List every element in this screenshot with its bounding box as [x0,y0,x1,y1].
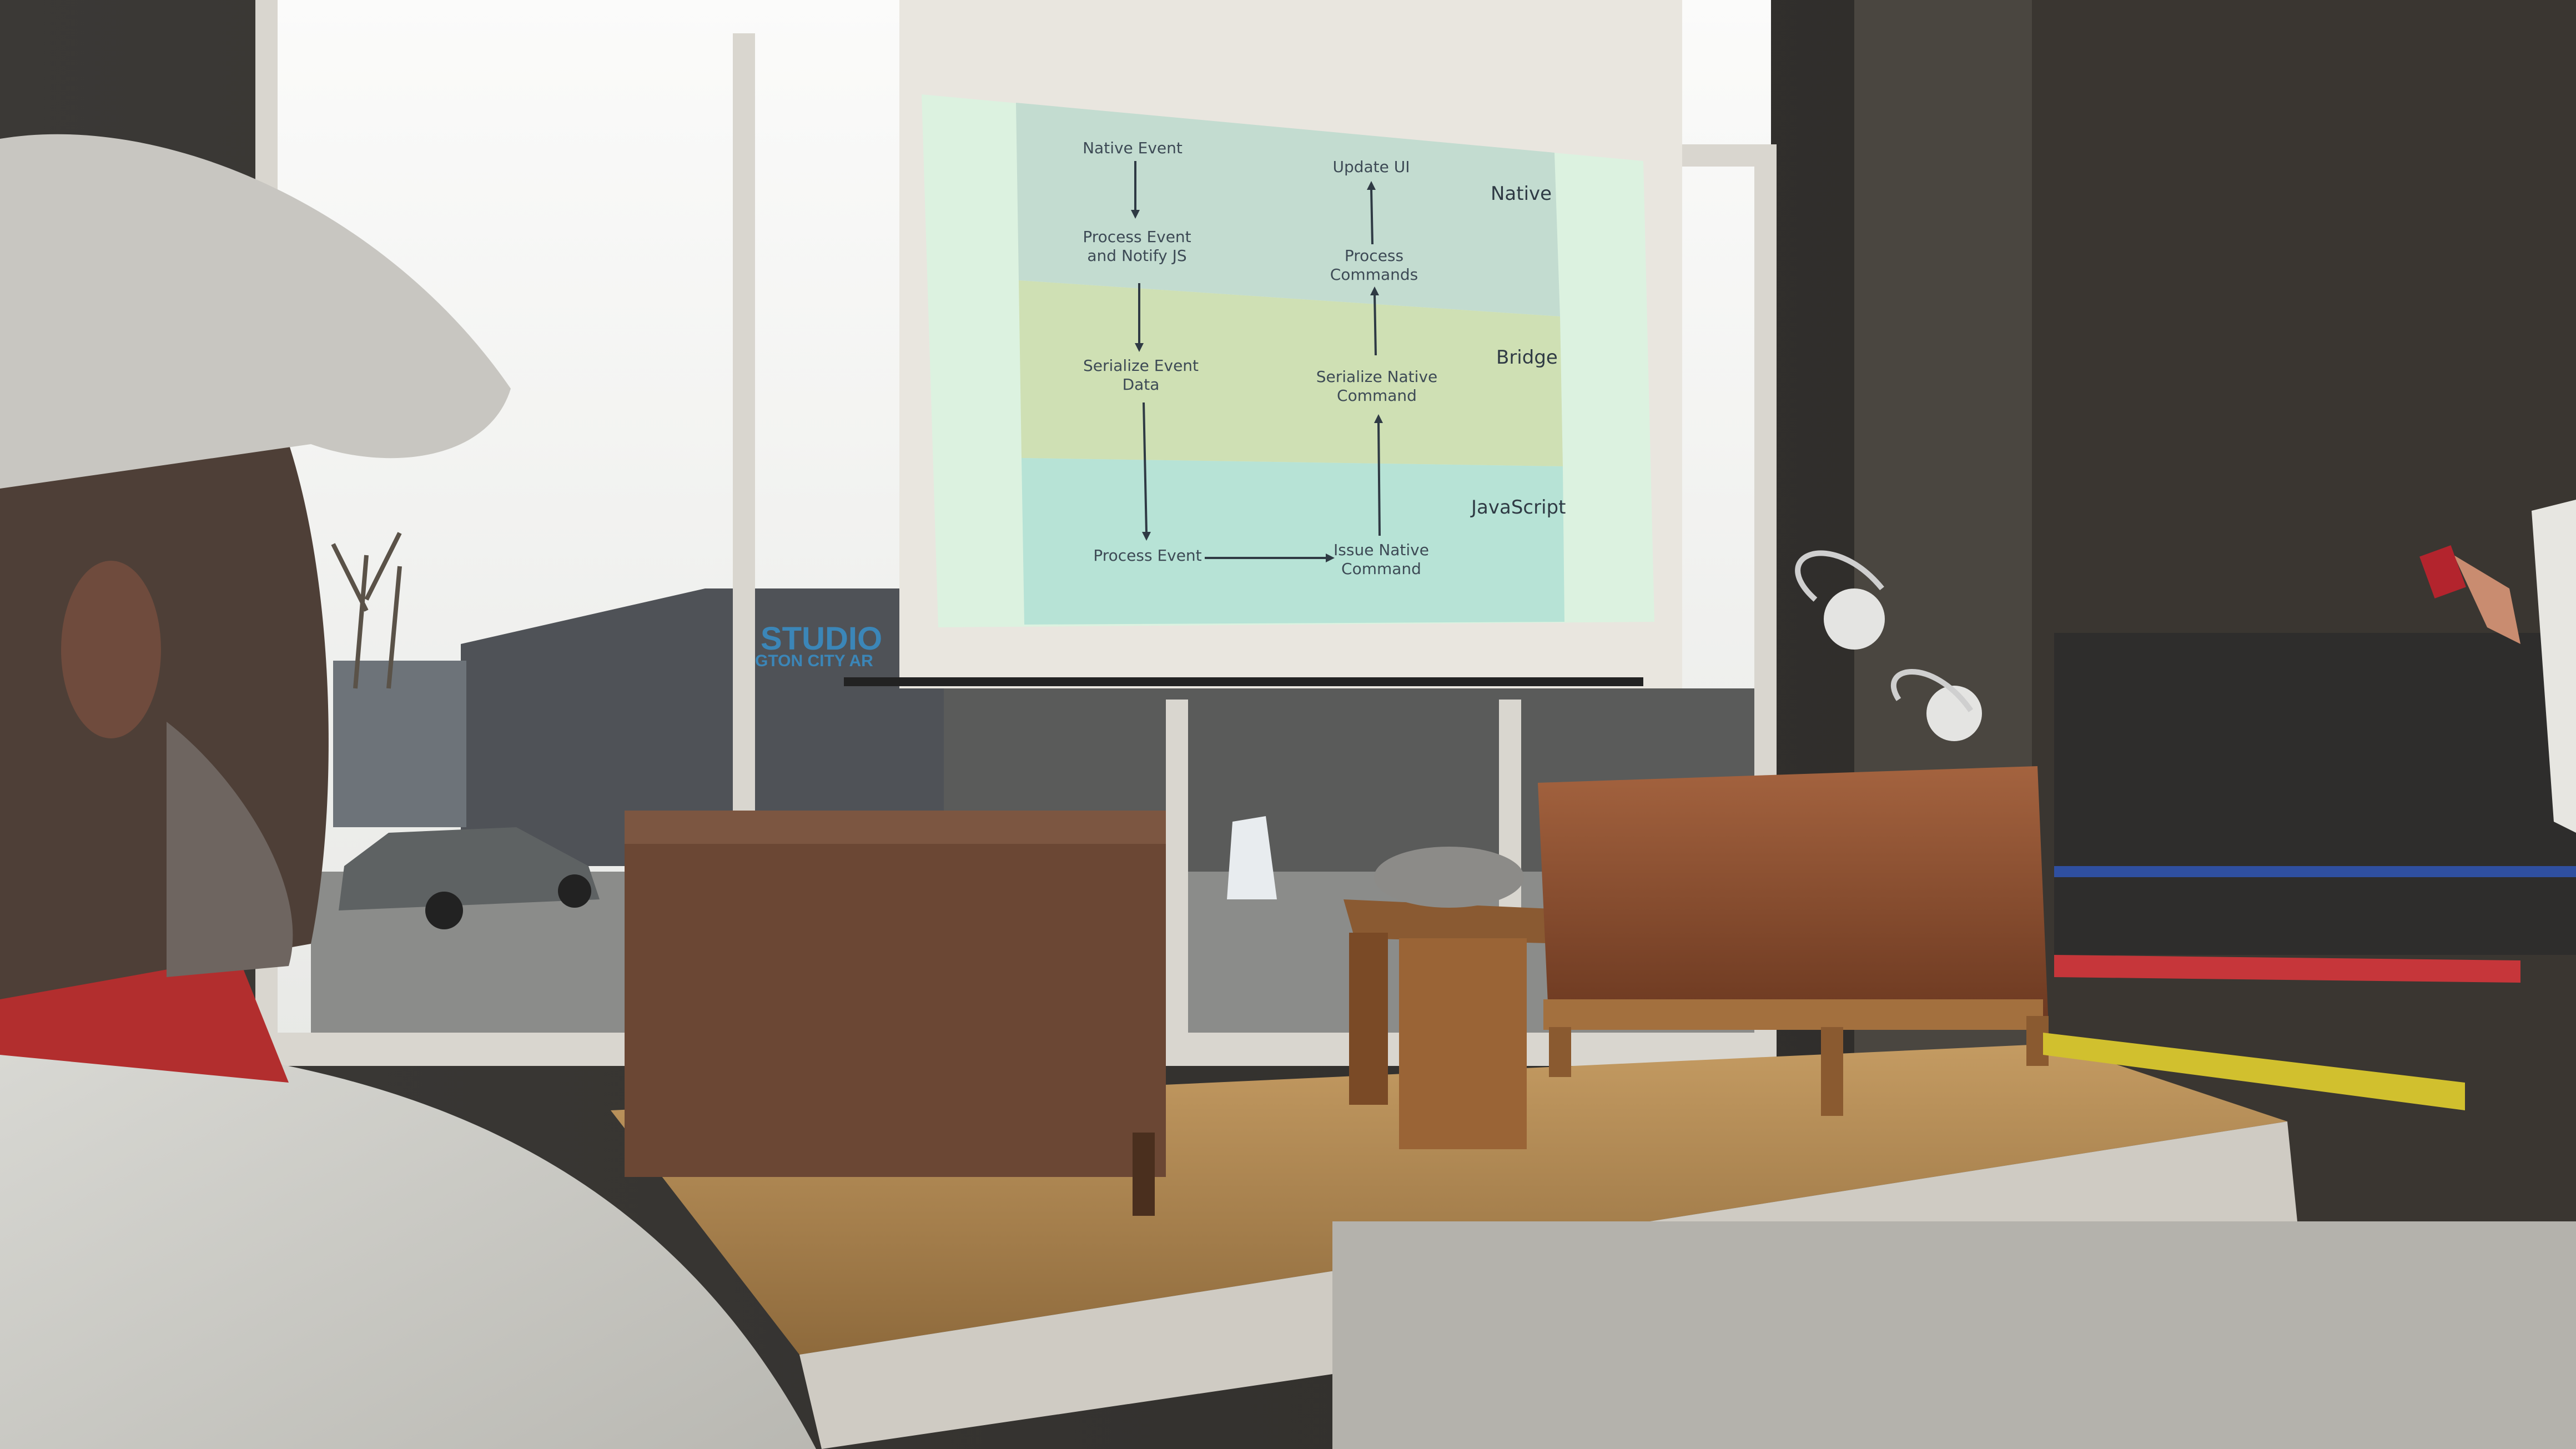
screen-bottom-bar [844,677,1643,686]
projector-screen: Native Bridge JavaScript Native Event Pr… [844,0,1682,688]
left-armchair [625,811,1166,1216]
step-process-commands-2: Commands [1330,265,1418,284]
step-serialize-native: Serialize Native [1316,368,1438,386]
step-update-ui: Update UI [1332,158,1410,176]
step-serialize-native-2: Command [1337,386,1417,405]
step-serialize-event: Serialize Event [1083,356,1199,375]
photo-scene: STUDIO INGTON CITY AR Native Bridge Java… [0,0,2576,1449]
band-label-bridge: Bridge [1496,346,1558,369]
ear [61,561,161,738]
step-process-event-notify: Process Event [1083,228,1191,246]
band-label-native: Native [1491,183,1552,205]
step-serialize-event-2: Data [1123,375,1160,394]
stone-sculpture [1374,847,1524,908]
step-issue-native: Issue Native [1334,541,1429,559]
step-native-event: Native Event [1083,139,1183,157]
step-process-event-notify-2: and Notify JS [1087,246,1186,265]
step-issue-native-2: Command [1341,560,1421,578]
javascript-band [1022,458,1564,625]
car-wheel [425,892,463,929]
band-label-javascript: JavaScript [1470,496,1566,519]
step-process-event: Process Event [1093,546,1201,565]
building-sign-line2: INGTON CITY AR [738,652,873,670]
concrete-floor [1332,1221,2576,1449]
step-process-commands: Process [1345,246,1403,265]
outside-low-building [333,661,466,827]
car-wheel [558,874,591,908]
